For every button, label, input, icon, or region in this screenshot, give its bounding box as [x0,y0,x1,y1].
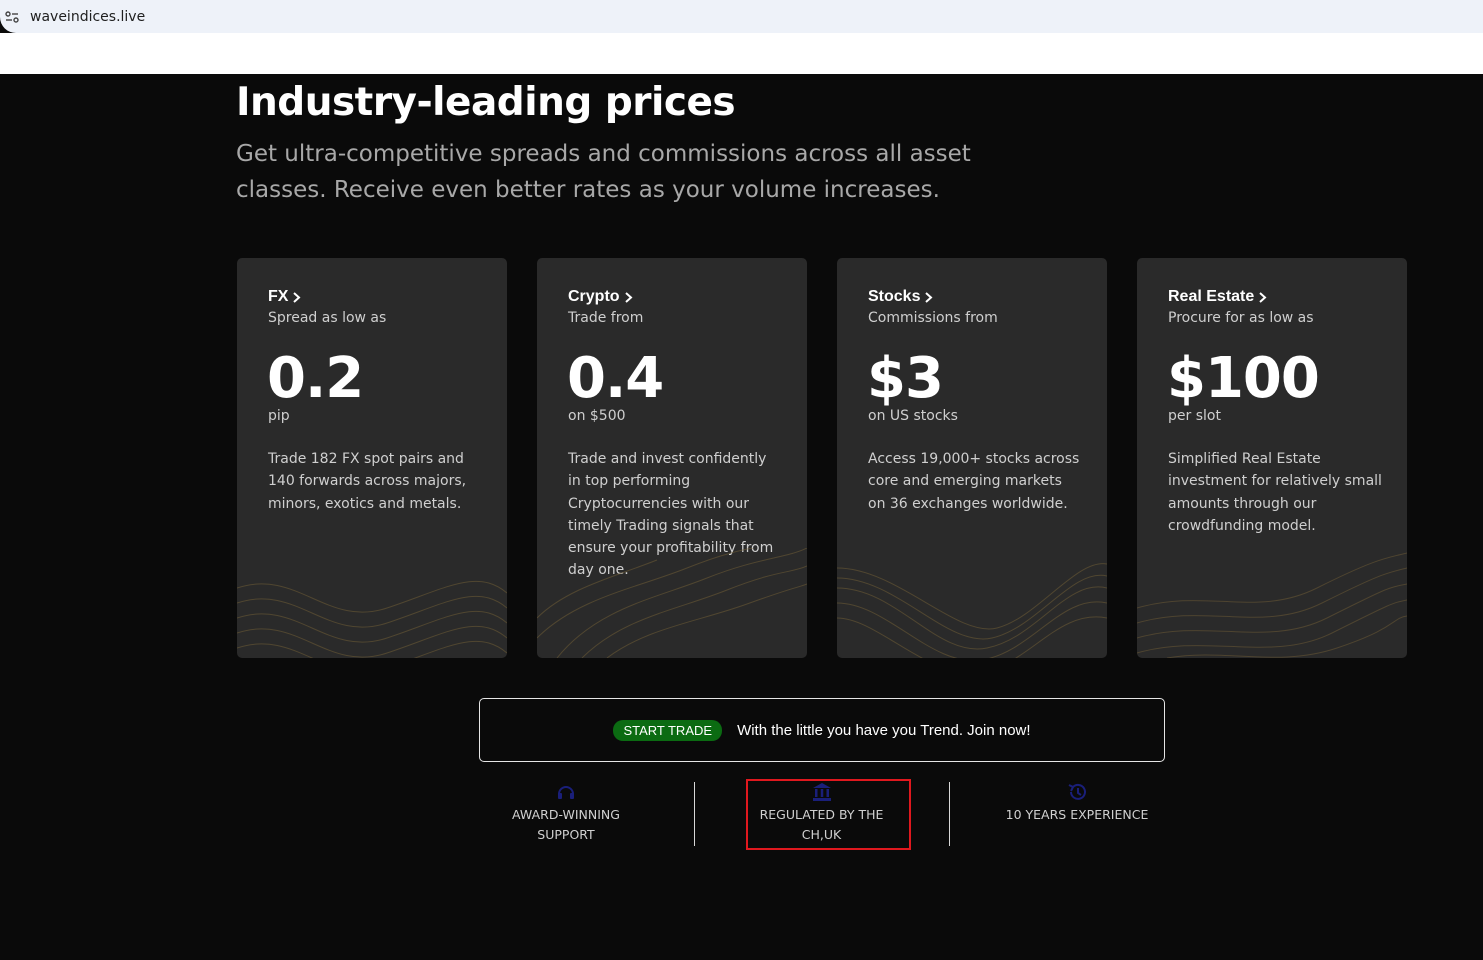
pricing-section: Industry-leading prices Get ultra-compet… [0,74,1483,960]
chevron-right-icon [1259,291,1267,303]
fx-card-description: Trade 182 FX spot pairs and 140 forwards… [268,451,467,512]
fx-card-title[interactable]: FX [268,288,301,306]
history-icon [1068,783,1086,800]
wave-pattern-icon [1137,552,1407,658]
highlight-annotation [746,779,911,850]
real-estate-card[interactable]: Real Estate Procure for as low as $100 p… [1137,258,1407,658]
crypto-card-subtitle: Trade from [568,310,644,326]
fx-card-price: 0.2 [267,346,364,411]
stocks-card-title-text: Stocks [868,288,921,305]
headset-icon [558,786,574,799]
cta-text: With the little you have you Trend. Join… [737,721,1031,739]
real-estate-card-description: Simplified Real Estate investment for re… [1168,451,1382,534]
stocks-card-price: $3 [867,346,944,411]
real-estate-card-title[interactable]: Real Estate [1168,288,1267,306]
url-text[interactable]: waveindices.live [30,9,145,25]
stocks-card-description: Access 19,000+ stocks across core and em… [868,451,1080,512]
crypto-card[interactable]: Crypto Trade from 0.4 on $500 Trade and … [537,258,807,658]
fx-card-unit: pip [268,408,290,424]
cta-banner: START TRADE With the little you have you… [479,698,1165,762]
crypto-card-price: 0.4 [567,346,664,411]
feature-award-winning-support: AWARD-WINNING SUPPORT [496,782,636,845]
fx-card-subtitle: Spread as low as [268,310,387,326]
stocks-card-unit: on US stocks [868,408,958,424]
start-trade-button[interactable]: START TRADE [613,719,723,741]
stocks-card-subtitle: Commissions from [868,310,998,326]
feature-divider [949,782,950,846]
feature-experience: 10 YEARS EXPERIENCE [997,782,1157,825]
site-settings-icon[interactable] [5,10,19,24]
real-estate-card-unit: per slot [1168,408,1221,424]
chevron-right-icon [925,291,933,303]
crypto-card-title-text: Crypto [568,288,620,305]
page-title: Industry-leading prices [236,80,736,125]
fx-card[interactable]: FX Spread as low as 0.2 pip Trade 182 FX… [237,258,507,658]
page-header-strip [0,33,1483,74]
chevron-right-icon [293,291,301,303]
fx-card-title-text: FX [268,288,289,305]
page-subtitle: Get ultra-competitive spreads and commis… [236,141,971,203]
chevron-right-icon [624,291,633,303]
wave-pattern-icon [837,563,1107,658]
feature-label-line2: SUPPORT [537,827,595,842]
stocks-card[interactable]: Stocks Commissions from $3 on US stocks … [837,258,1107,658]
wave-pattern-icon [237,580,507,658]
feature-label-line1: AWARD-WINNING [512,807,620,822]
real-estate-card-price: $100 [1167,346,1320,411]
real-estate-card-title-text: Real Estate [1168,288,1255,305]
browser-address-bar[interactable]: waveindices.live [0,0,1483,33]
feature-label-line1: 10 YEARS EXPERIENCE [1005,807,1149,822]
crypto-card-title[interactable]: Crypto [568,288,633,306]
wave-pattern-icon [537,548,807,658]
stocks-card-title[interactable]: Stocks [868,288,933,306]
real-estate-card-subtitle: Procure for as low as [1168,310,1314,326]
crypto-card-unit: on $500 [568,408,626,424]
feature-divider [694,782,695,846]
